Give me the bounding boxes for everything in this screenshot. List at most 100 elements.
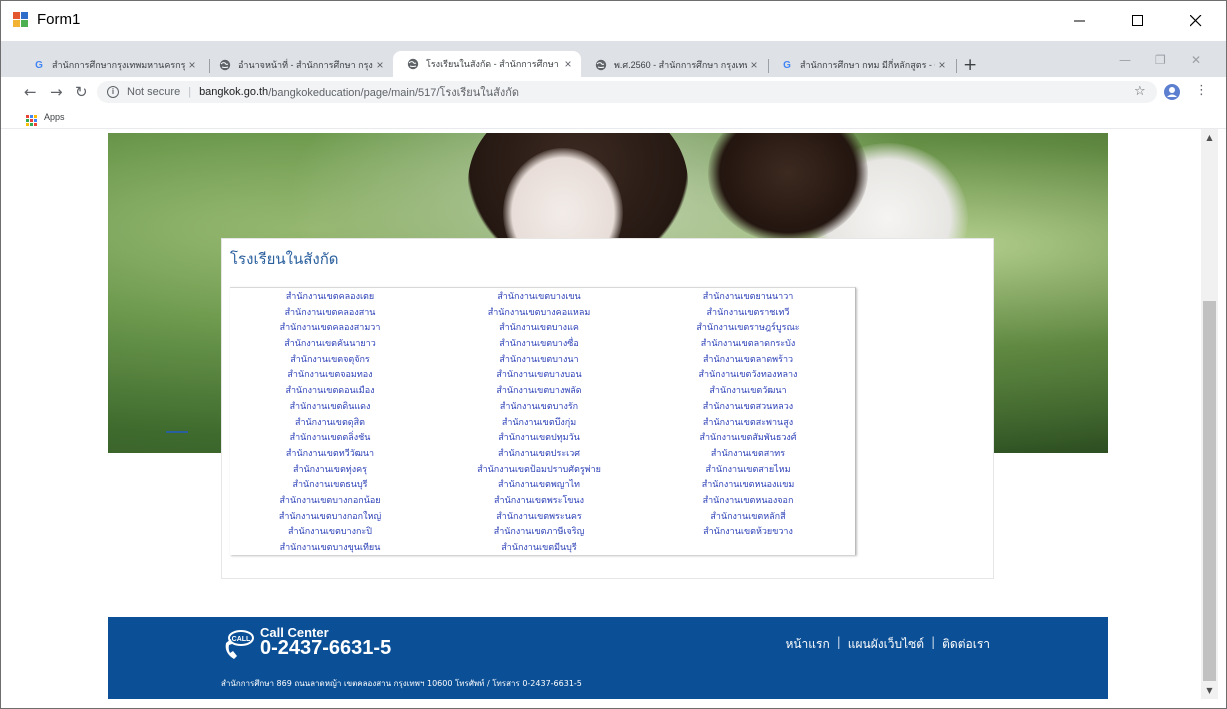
district-link[interactable]: สำนักงานเขตทุ่งครุ <box>230 463 430 479</box>
district-link[interactable]: สำนักงานเขตคลองเตย <box>230 290 430 306</box>
district-link[interactable]: สำนักงานเขตวังทองหลาง <box>648 368 848 384</box>
maximize-button[interactable] <box>1109 1 1167 41</box>
scroll-thumb[interactable] <box>1203 301 1216 681</box>
tab-close-icon[interactable]: × <box>747 58 761 72</box>
district-column-3: สำนักงานเขตยานนาวา สำนักงานเขตราชเทวี สำนั… <box>648 290 848 541</box>
minimize-button[interactable] <box>1051 1 1109 41</box>
apps-bookmark[interactable]: Apps <box>44 112 65 122</box>
footer-address: สำนักการศึกษา 869 ถนนลาดหญ้า เขตคลองสาน … <box>221 679 582 688</box>
district-link[interactable]: สำนักงานเขตทวีวัฒนา <box>230 447 430 463</box>
district-link[interactable]: สำนักงานเขตวัฒนา <box>648 384 848 400</box>
address-divider: | <box>188 86 192 98</box>
district-link[interactable]: สำนักงานเขตราชเทวี <box>648 306 848 322</box>
tab-separator <box>956 59 957 73</box>
district-link[interactable]: สำนักงานเขตบางนา <box>439 353 639 369</box>
district-link[interactable]: สำนักงานเขตยานนาวา <box>648 290 848 306</box>
district-link[interactable]: สำนักงานเขตบางซื่อ <box>439 337 639 353</box>
tab-title: สำนักการศึกษา กทม มีกี่หลักสูตร - Google <box>800 60 935 70</box>
district-link[interactable]: สำนักงานเขตปทุมวัน <box>439 431 639 447</box>
district-link[interactable]: สำนักงานเขตบางเขน <box>439 290 639 306</box>
district-link[interactable]: สำนักงานเขตพระโขนง <box>439 494 639 510</box>
schools-section: โรงเรียนในสังกัด สำนักงานเขตคลองเตย สำนัก… <box>221 238 994 579</box>
district-link[interactable]: สำนักงานเขตบางกอกใหญ่ <box>230 510 430 526</box>
call-badge-text: CALL <box>232 636 251 643</box>
footer-link-sitemap[interactable]: แผนผังเว็บไซต์ <box>848 635 924 654</box>
district-link[interactable]: สำนักงานเขตภาษีเจริญ <box>439 525 639 541</box>
district-link[interactable]: สำนักงานเขตดินแดง <box>230 400 430 416</box>
district-link[interactable]: สำนักงานเขตห้วยขวาง <box>648 525 848 541</box>
district-link[interactable]: สำนักงานเขตสวนหลวง <box>648 400 848 416</box>
tab-4[interactable]: G สำนักการศึกษา กทม มีกี่หลักสูตร - Goog… <box>767 53 955 77</box>
tab-2-active[interactable]: โรงเรียนในสังกัด - สำนักการศึกษา กรุงเทพ… <box>393 51 581 77</box>
district-link[interactable]: สำนักงานเขตบางขุนเทียน <box>230 541 430 557</box>
district-column-1: สำนักงานเขตคลองเตย สำนักงานเขตคลองสาน สำนั… <box>230 290 430 557</box>
district-link[interactable]: สำนักงานเขตบางรัก <box>439 400 639 416</box>
section-title: โรงเรียนในสังกัด <box>230 250 339 268</box>
tab-1[interactable]: อำนาจหน้าที่ - สำนักการศึกษา กรุงเทพมหาน… <box>205 53 393 77</box>
district-link[interactable]: สำนักงานเขตคลองสาน <box>230 306 430 322</box>
district-link[interactable]: สำนักงานเขตพญาไท <box>439 478 639 494</box>
district-link[interactable]: สำนักงานเขตสายไหม <box>648 463 848 479</box>
district-link[interactable]: สำนักงานเขตสะพานสูง <box>648 416 848 432</box>
district-link[interactable]: สำนักงานเขตมีนบุรี <box>439 541 639 557</box>
district-link[interactable]: สำนักงานเขตพระนคร <box>439 510 639 526</box>
district-link[interactable]: สำนักงานเขตสัมพันธวงศ์ <box>648 431 848 447</box>
district-link[interactable]: สำนักงานเขตบางแค <box>439 321 639 337</box>
district-link[interactable]: สำนักงานเขตลาดกระบัง <box>648 337 848 353</box>
district-link[interactable]: สำนักงานเขตจตุจักร <box>230 353 430 369</box>
tab-close-icon[interactable]: × <box>935 58 949 72</box>
footer-nav: หน้าแรก | แผนผังเว็บไซต์ | ติดต่อเรา <box>785 635 990 654</box>
reload-icon[interactable]: ↻ <box>75 83 88 101</box>
footer-link-home[interactable]: หน้าแรก <box>785 635 829 654</box>
new-tab-button[interactable]: + <box>963 55 977 75</box>
tab-close-icon[interactable]: × <box>185 58 199 72</box>
district-link[interactable]: สำนักงานเขตหนองจอก <box>648 494 848 510</box>
district-link[interactable]: สำนักงานเขตบางบอน <box>439 368 639 384</box>
forward-icon[interactable]: → <box>50 83 63 101</box>
district-link[interactable]: สำนักงานเขตคลองสามวา <box>230 321 430 337</box>
browser-toolbar: ← → ↻ i Not secure | bangkok.go.th /bang… <box>1 77 1226 107</box>
info-icon: i <box>107 86 119 98</box>
back-icon[interactable]: ← <box>24 83 37 101</box>
menu-kebab-icon[interactable]: ⋮ <box>1195 83 1208 98</box>
district-link[interactable]: สำนักงานเขตดุสิต <box>230 416 430 432</box>
vertical-scrollbar[interactable]: ▲ ▼ <box>1201 129 1218 699</box>
district-link[interactable]: สำนักงานเขตบางกอกน้อย <box>230 494 430 510</box>
scroll-up-icon[interactable]: ▲ <box>1201 129 1218 146</box>
profile-avatar[interactable] <box>1164 84 1180 100</box>
district-link[interactable]: สำนักงานเขตประเวศ <box>439 447 639 463</box>
star-icon[interactable]: ☆ <box>1134 84 1146 99</box>
browser-close-icon[interactable]: ✕ <box>1191 53 1201 67</box>
apps-grid-icon[interactable] <box>26 111 37 126</box>
district-link[interactable]: สำนักงานเขตจอมทอง <box>230 368 430 384</box>
district-column-2: สำนักงานเขตบางเขน สำนักงานเขตบางคอแหลม สำน… <box>439 290 639 557</box>
address-bar[interactable]: i Not secure | bangkok.go.th /bangkokedu… <box>97 81 1157 103</box>
district-link[interactable]: สำนักงานเขตดอนเมือง <box>230 384 430 400</box>
bookmarks-bar: Apps <box>1 107 1226 129</box>
browser-minimize-icon[interactable]: — <box>1119 53 1131 67</box>
district-link[interactable]: สำนักงานเขตบางพลัด <box>439 384 639 400</box>
district-link[interactable]: สำนักงานเขตหลักสี่ <box>648 510 848 526</box>
district-link[interactable]: สำนักงานเขตป้อมปราบศัตรูพ่าย <box>439 463 639 479</box>
district-link[interactable]: สำนักงานเขตธนบุรี <box>230 478 430 494</box>
address-path: /bangkokeducation/page/main/517/โรงเรียน… <box>268 87 520 99</box>
district-link[interactable]: สำนักงานเขตตลิ่งชัน <box>230 431 430 447</box>
scroll-down-icon[interactable]: ▼ <box>1201 682 1218 699</box>
footer-link-contact[interactable]: ติดต่อเรา <box>942 635 990 654</box>
district-link[interactable]: สำนักงานเขตคันนายาว <box>230 337 430 353</box>
district-link[interactable]: สำนักงานเขตลาดพร้าว <box>648 353 848 369</box>
tab-close-icon[interactable]: × <box>373 58 387 72</box>
tab-close-icon[interactable]: × <box>561 57 575 71</box>
tab-0[interactable]: G สำนักการศึกษากรุงเทพมหานครกรุงเทพฯ × <box>19 53 205 77</box>
tab-3[interactable]: พ.ศ.2560 - สำนักการศึกษา กรุงเทพมหานคร × <box>581 53 767 77</box>
district-link[interactable]: สำนักงานเขตบึงกุ่ม <box>439 416 639 432</box>
district-link[interactable]: สำนักงานเขตบางกะปิ <box>230 525 430 541</box>
district-link[interactable]: สำนักงานเขตหนองแขม <box>648 478 848 494</box>
security-label: Not secure <box>127 86 181 98</box>
district-link[interactable]: สำนักงานเขตราษฎร์บูรณะ <box>648 321 848 337</box>
browser-restore-icon[interactable]: ❐ <box>1155 53 1166 67</box>
close-button[interactable] <box>1167 1 1225 41</box>
slider-indicator[interactable] <box>166 431 188 433</box>
district-link[interactable]: สำนักงานเขตสาทร <box>648 447 848 463</box>
district-link[interactable]: สำนักงานเขตบางคอแหลม <box>439 306 639 322</box>
